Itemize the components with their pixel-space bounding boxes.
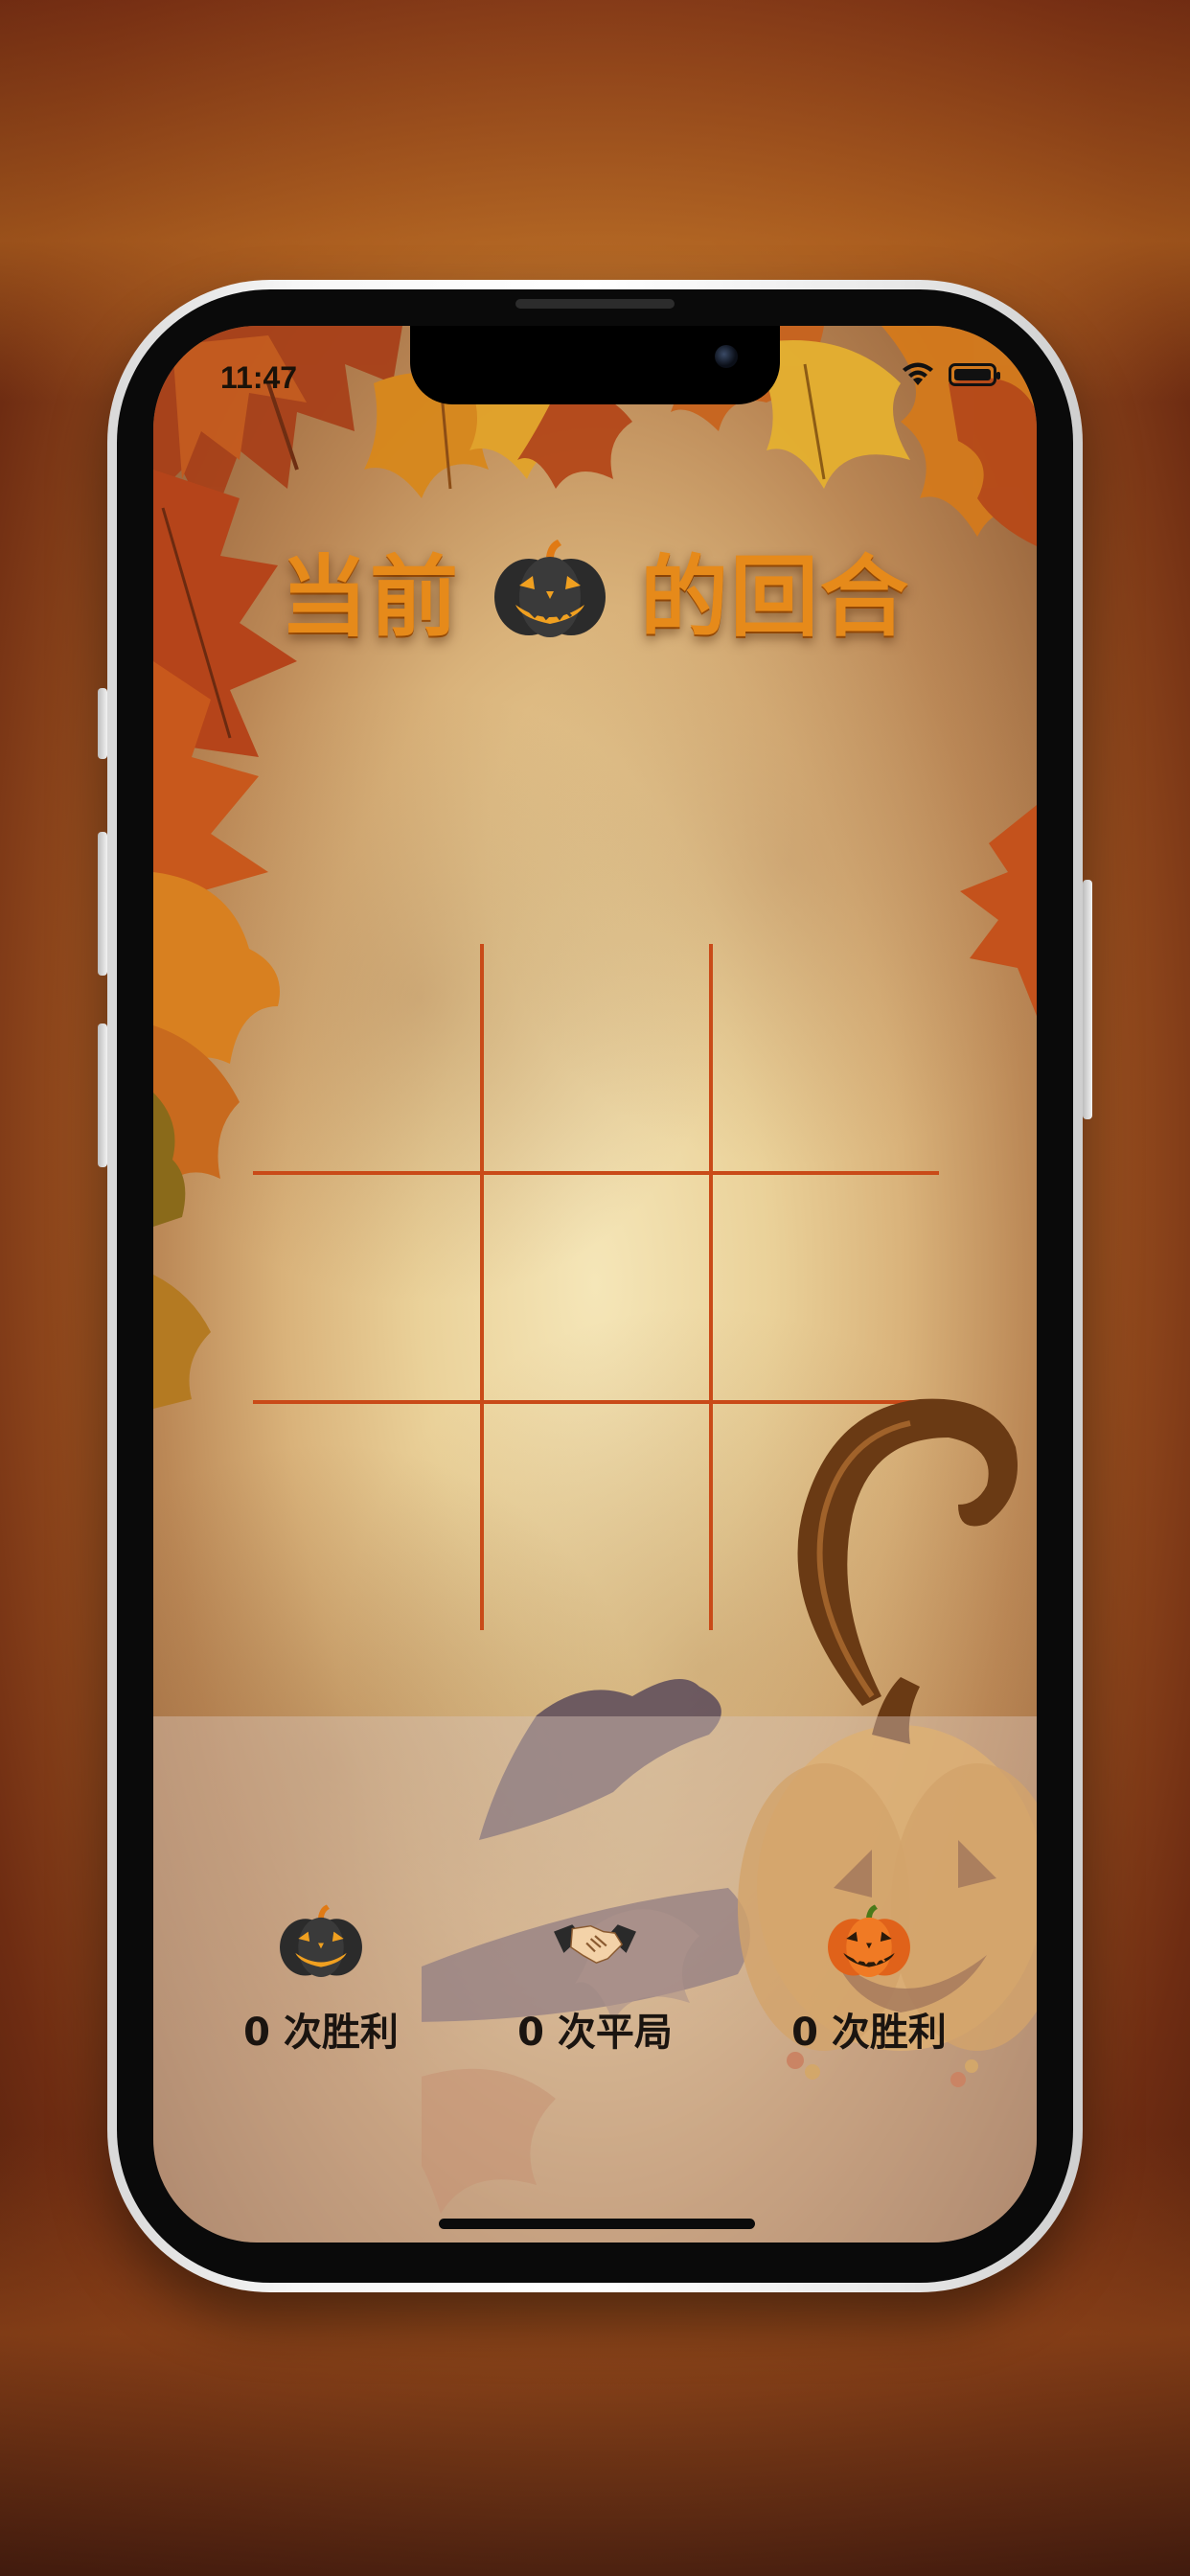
status-icons (901, 362, 1000, 387)
board-cell-5[interactable] (711, 1173, 939, 1401)
turn-indicator: 当前 的回合 (153, 532, 1037, 649)
battery-icon (949, 363, 1000, 386)
earpiece-speaker (515, 299, 675, 309)
board-cell-3[interactable] (253, 1173, 481, 1401)
silent-switch (98, 688, 107, 759)
grid-line-horizontal-1 (253, 1171, 939, 1175)
autumn-leaf-right-icon (960, 805, 1037, 1016)
power-button (1083, 880, 1092, 1119)
volume-up-button (98, 832, 107, 976)
app-screen: 11:47 当前 的回合 0 次胜利 0 次平局 0 次胜利 (153, 326, 1037, 2242)
score-panel: 0 次胜利 0 次平局 0 次胜利 (153, 1716, 1037, 2242)
board-cell-1[interactable] (482, 944, 710, 1172)
turn-prefix: 当前 (279, 545, 460, 649)
volume-down-button (98, 1024, 107, 1167)
black-jack-o-lantern-icon (494, 540, 606, 637)
score-black-pumpkin: 0 次胜利 (177, 1716, 465, 2242)
score-draws: 0 次平局 (451, 1716, 739, 2242)
front-camera (715, 345, 738, 368)
board-cell-4[interactable] (482, 1173, 710, 1401)
draws-count: 0 次平局 (517, 2011, 673, 2055)
turn-suffix: 的回合 (640, 545, 911, 649)
black-pumpkin-wins: 0 次胜利 (243, 2011, 399, 2055)
score-orange-pumpkin: 0 次胜利 (725, 1716, 1013, 2242)
board-cell-0[interactable] (253, 944, 481, 1172)
status-time: 11:47 (220, 360, 298, 395)
orange-jack-o-lantern-icon (828, 1904, 910, 1978)
orange-pumpkin-wins: 0 次胜利 (791, 2011, 947, 2055)
handshake-icon (554, 1924, 636, 1965)
board-cell-2[interactable] (711, 944, 939, 1172)
black-jack-o-lantern-icon (280, 1904, 362, 1978)
wifi-icon (903, 362, 933, 385)
home-indicator[interactable] (439, 2219, 755, 2229)
notch (410, 326, 780, 404)
